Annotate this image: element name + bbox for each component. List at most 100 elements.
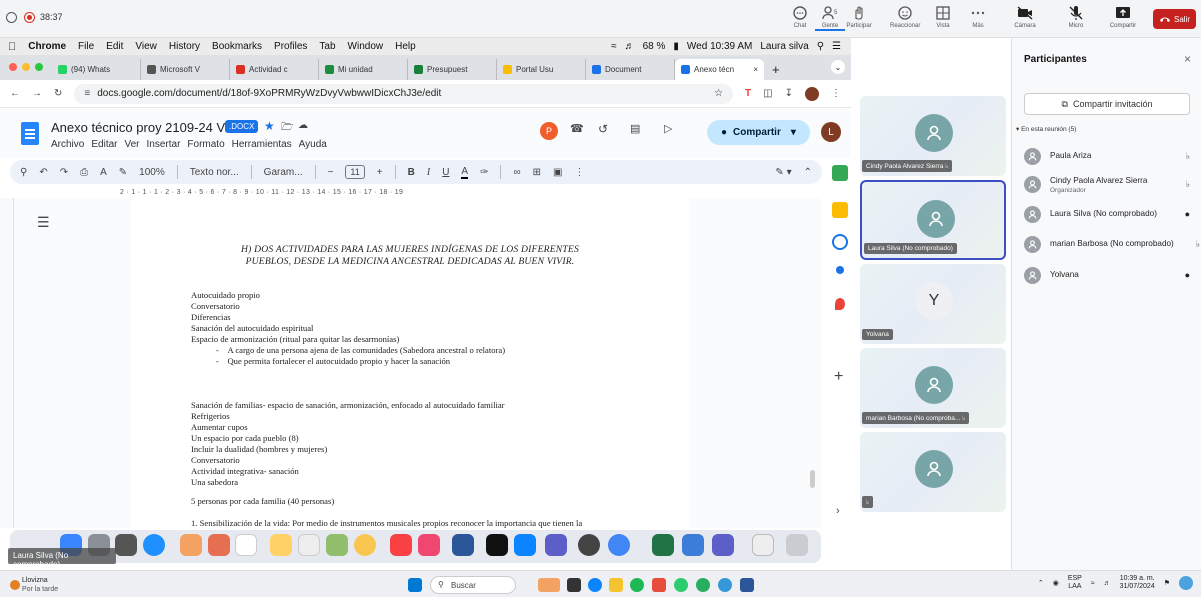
participant-row[interactable]: Yolvana ● xyxy=(1024,265,1194,287)
collaborator-avatar[interactable]: P xyxy=(540,122,558,140)
outline-icon[interactable]: ☰ xyxy=(37,214,50,231)
more-tools-icon[interactable]: ⋮ xyxy=(574,167,584,178)
app-store-icon[interactable] xyxy=(514,534,536,556)
books-icon[interactable] xyxy=(208,534,230,556)
language-indicator[interactable]: ESP LAA xyxy=(1068,575,1082,591)
chrome-menu-icon[interactable]: ⋮ xyxy=(831,88,841,99)
calendar-icon[interactable] xyxy=(235,534,257,556)
word-icon[interactable] xyxy=(452,534,474,556)
text-color-icon[interactable]: A xyxy=(461,166,469,179)
excel-icon[interactable] xyxy=(652,534,674,556)
link-icon[interactable]: ∞ xyxy=(513,167,520,178)
menu-profiles[interactable]: Profiles xyxy=(274,41,307,52)
menu-app-name[interactable]: Chrome xyxy=(28,41,66,52)
maps-dock-icon[interactable] xyxy=(326,534,348,556)
chrome-dock-icon[interactable] xyxy=(608,534,630,556)
task-view-icon[interactable] xyxy=(567,578,581,592)
close-window-icon[interactable] xyxy=(9,63,17,71)
edge-icon[interactable] xyxy=(588,578,602,592)
file-explorer-icon[interactable] xyxy=(609,578,623,592)
document-title[interactable]: Anexo técnico proy 2109-24 V3 xyxy=(51,120,232,135)
keep-side-icon[interactable] xyxy=(832,202,848,218)
print-icon[interactable]: ⎙ xyxy=(80,167,88,178)
bookmark-star-icon[interactable]: ☆ xyxy=(714,88,723,99)
underline-icon[interactable]: U xyxy=(442,167,449,178)
tab-whatsapp[interactable]: (94) Whats xyxy=(52,59,141,80)
spellcheck-icon[interactable]: A xyxy=(100,167,107,178)
menu-edit[interactable]: Edit xyxy=(106,41,123,52)
chevron-down-icon[interactable]: ▾ xyxy=(791,127,796,138)
comments-icon[interactable]: ▤ xyxy=(630,122,640,135)
reload-icon[interactable]: ↻ xyxy=(54,88,62,99)
forward-icon[interactable]: → xyxy=(32,88,42,99)
tab-mi-unidad[interactable]: Mi unidad xyxy=(319,59,408,80)
tray-app-icon[interactable]: ◉ xyxy=(1053,579,1059,587)
video-tile[interactable]: Cindy Paola Alvarez Sierra ♭ xyxy=(860,96,1006,176)
teams-icon[interactable] xyxy=(545,534,567,556)
tab-portal[interactable]: Portal Usu xyxy=(497,59,586,80)
menu-formato[interactable]: Formato xyxy=(187,139,224,150)
more-button[interactable]: Más xyxy=(963,4,993,29)
word-taskbar-icon[interactable] xyxy=(740,578,754,592)
menu-view[interactable]: View xyxy=(135,41,157,52)
tab-documents[interactable]: Document xyxy=(586,59,675,80)
style-select[interactable]: Texto nor... xyxy=(190,167,239,178)
wifi-icon[interactable]: ≈ xyxy=(611,41,617,52)
decrease-font-icon[interactable]: − xyxy=(328,167,334,178)
utility-icon[interactable] xyxy=(578,534,600,556)
wifi-tray-icon[interactable]: ≈ xyxy=(1091,580,1095,587)
minimize-window-icon[interactable] xyxy=(22,63,30,71)
tab-search-icon[interactable]: ⌄ xyxy=(831,60,845,74)
italic-icon[interactable]: I xyxy=(427,167,430,178)
docs-logo-icon[interactable] xyxy=(21,122,39,145)
address-bar[interactable]: ≡ docs.google.com/document/d/18of-9XoPRM… xyxy=(74,83,734,104)
mac-user[interactable]: Laura silva xyxy=(760,41,808,52)
meet-icon[interactable]: ▷ xyxy=(664,122,672,135)
volume-icon[interactable]: ♬ xyxy=(625,41,635,52)
leave-button[interactable]: Salir xyxy=(1153,9,1196,29)
profile-avatar[interactable] xyxy=(805,86,819,101)
menu-bookmarks[interactable]: Bookmarks xyxy=(212,41,262,52)
photos-icon[interactable] xyxy=(354,534,376,556)
menu-file[interactable]: File xyxy=(78,41,94,52)
music-icon[interactable] xyxy=(390,534,412,556)
expand-side-panel-icon[interactable]: › xyxy=(836,505,840,517)
contacts-side-icon[interactable] xyxy=(836,266,844,274)
menu-tab[interactable]: Tab xyxy=(319,41,335,52)
menu-history[interactable]: History xyxy=(169,41,200,52)
apple-tv-icon[interactable] xyxy=(486,534,508,556)
notes-icon[interactable] xyxy=(270,534,292,556)
document-page[interactable]: H) DOS ACTIVIDADES PARA LAS MUJERES INDÍ… xyxy=(131,198,689,528)
menu-window[interactable]: Window xyxy=(348,41,384,52)
font-select[interactable]: Garam... xyxy=(264,167,303,178)
increase-font-icon[interactable]: + xyxy=(377,167,383,178)
highlight-icon[interactable]: ✑ xyxy=(480,167,488,178)
back-icon[interactable]: ← xyxy=(10,88,20,99)
editing-mode-icon[interactable]: ✎ ▾ xyxy=(775,167,791,178)
menu-archivo[interactable]: Archivo xyxy=(51,139,84,150)
download-icon[interactable]: ↧ xyxy=(785,88,793,99)
bold-icon[interactable]: B xyxy=(408,167,415,178)
notification-icon[interactable]: ⚑ xyxy=(1164,579,1170,587)
copilot-icon[interactable] xyxy=(1179,576,1193,590)
menu-herramientas[interactable]: Herramientas xyxy=(232,139,292,150)
start-icon[interactable] xyxy=(408,578,422,592)
mac-clock[interactable]: Wed 10:39 AM xyxy=(687,41,752,52)
extension-icon[interactable]: T xyxy=(745,88,751,99)
account-avatar[interactable]: L xyxy=(821,122,841,142)
in-meeting-section[interactable]: ▾ En esta reunión (5) xyxy=(1016,125,1076,133)
participant-row[interactable]: Laura Silva (No comprobado) ● xyxy=(1024,204,1194,226)
tab-anexo-active[interactable]: Anexo técn × xyxy=(675,59,764,80)
participant-row[interactable]: Paula Ariza ♭ xyxy=(1024,146,1194,168)
menu-editar[interactable]: Editar xyxy=(91,139,117,150)
podcasts-icon[interactable] xyxy=(418,534,440,556)
tab-presupuesto[interactable]: Presupuest xyxy=(408,59,497,80)
preview-icon[interactable] xyxy=(682,534,704,556)
share-button[interactable]: ● Compartir ▾ xyxy=(707,120,810,145)
scrollbar[interactable] xyxy=(810,470,815,488)
share-invite-button[interactable]: ⧉ Compartir invitación xyxy=(1024,93,1190,115)
close-icon[interactable]: × xyxy=(1184,52,1191,66)
participant-row[interactable]: Cindy Paola Alvarez Sierra Organizador ♭ xyxy=(1024,174,1194,196)
add-ons-icon[interactable]: + xyxy=(834,368,843,386)
downloads-stack-icon[interactable] xyxy=(752,534,774,556)
